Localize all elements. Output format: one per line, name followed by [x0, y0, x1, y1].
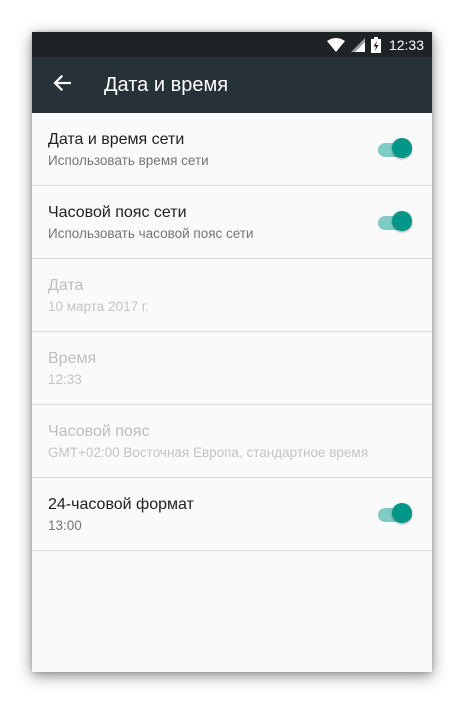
switch-thumb — [392, 503, 412, 523]
setting-network-time[interactable]: Дата и время сети Использовать время сет… — [32, 113, 432, 186]
app-bar: Дата и время — [32, 57, 432, 113]
arrow-back-icon — [53, 74, 72, 96]
status-icons: 12:33 — [326, 32, 424, 57]
setting-title: Дата и время сети — [48, 131, 185, 148]
setting-summary: Использовать время сети — [48, 153, 209, 168]
setting-title: Время — [48, 350, 97, 367]
switch-thumb — [392, 211, 412, 231]
setting-network-timezone[interactable]: Часовой пояс сети Использовать часовой п… — [32, 186, 432, 259]
battery-charging-icon — [370, 36, 381, 53]
setting-timezone: Часовой пояс GMT+02:00 Восточная Европа,… — [32, 405, 432, 478]
24-hour-format-switch[interactable] — [378, 503, 412, 525]
setting-summary: 12:33 — [48, 372, 82, 387]
setting-time: Время 12:33 — [32, 332, 432, 405]
page-title: Дата и время — [104, 74, 229, 96]
setting-title: Часовой пояс — [48, 423, 150, 440]
phone-screen: 12:33 Дата и время Дата и время сети Исп… — [32, 32, 432, 672]
setting-summary: 10 марта 2017 г. — [48, 299, 149, 314]
setting-summary: 13:00 — [48, 518, 82, 533]
setting-title: Дата — [48, 277, 84, 294]
settings-list: Дата и время сети Использовать время сет… — [32, 113, 432, 551]
network-timezone-switch[interactable] — [378, 211, 412, 233]
cell-signal-icon — [350, 37, 365, 52]
setting-title: Часовой пояс сети — [48, 204, 187, 221]
setting-title: 24-часовой формат — [48, 496, 194, 513]
setting-24-hour-format[interactable]: 24-часовой формат 13:00 — [32, 478, 432, 551]
status-bar: 12:33 — [32, 32, 432, 57]
network-time-switch[interactable] — [378, 138, 412, 160]
setting-date: Дата 10 марта 2017 г. — [32, 259, 432, 332]
setting-summary: Использовать часовой пояс сети — [48, 226, 254, 241]
switch-thumb — [392, 138, 412, 158]
back-button[interactable] — [48, 71, 76, 99]
status-time: 12:33 — [388, 36, 424, 53]
wifi-icon — [326, 37, 345, 52]
setting-summary: GMT+02:00 Восточная Европа, стандартное … — [48, 445, 369, 460]
